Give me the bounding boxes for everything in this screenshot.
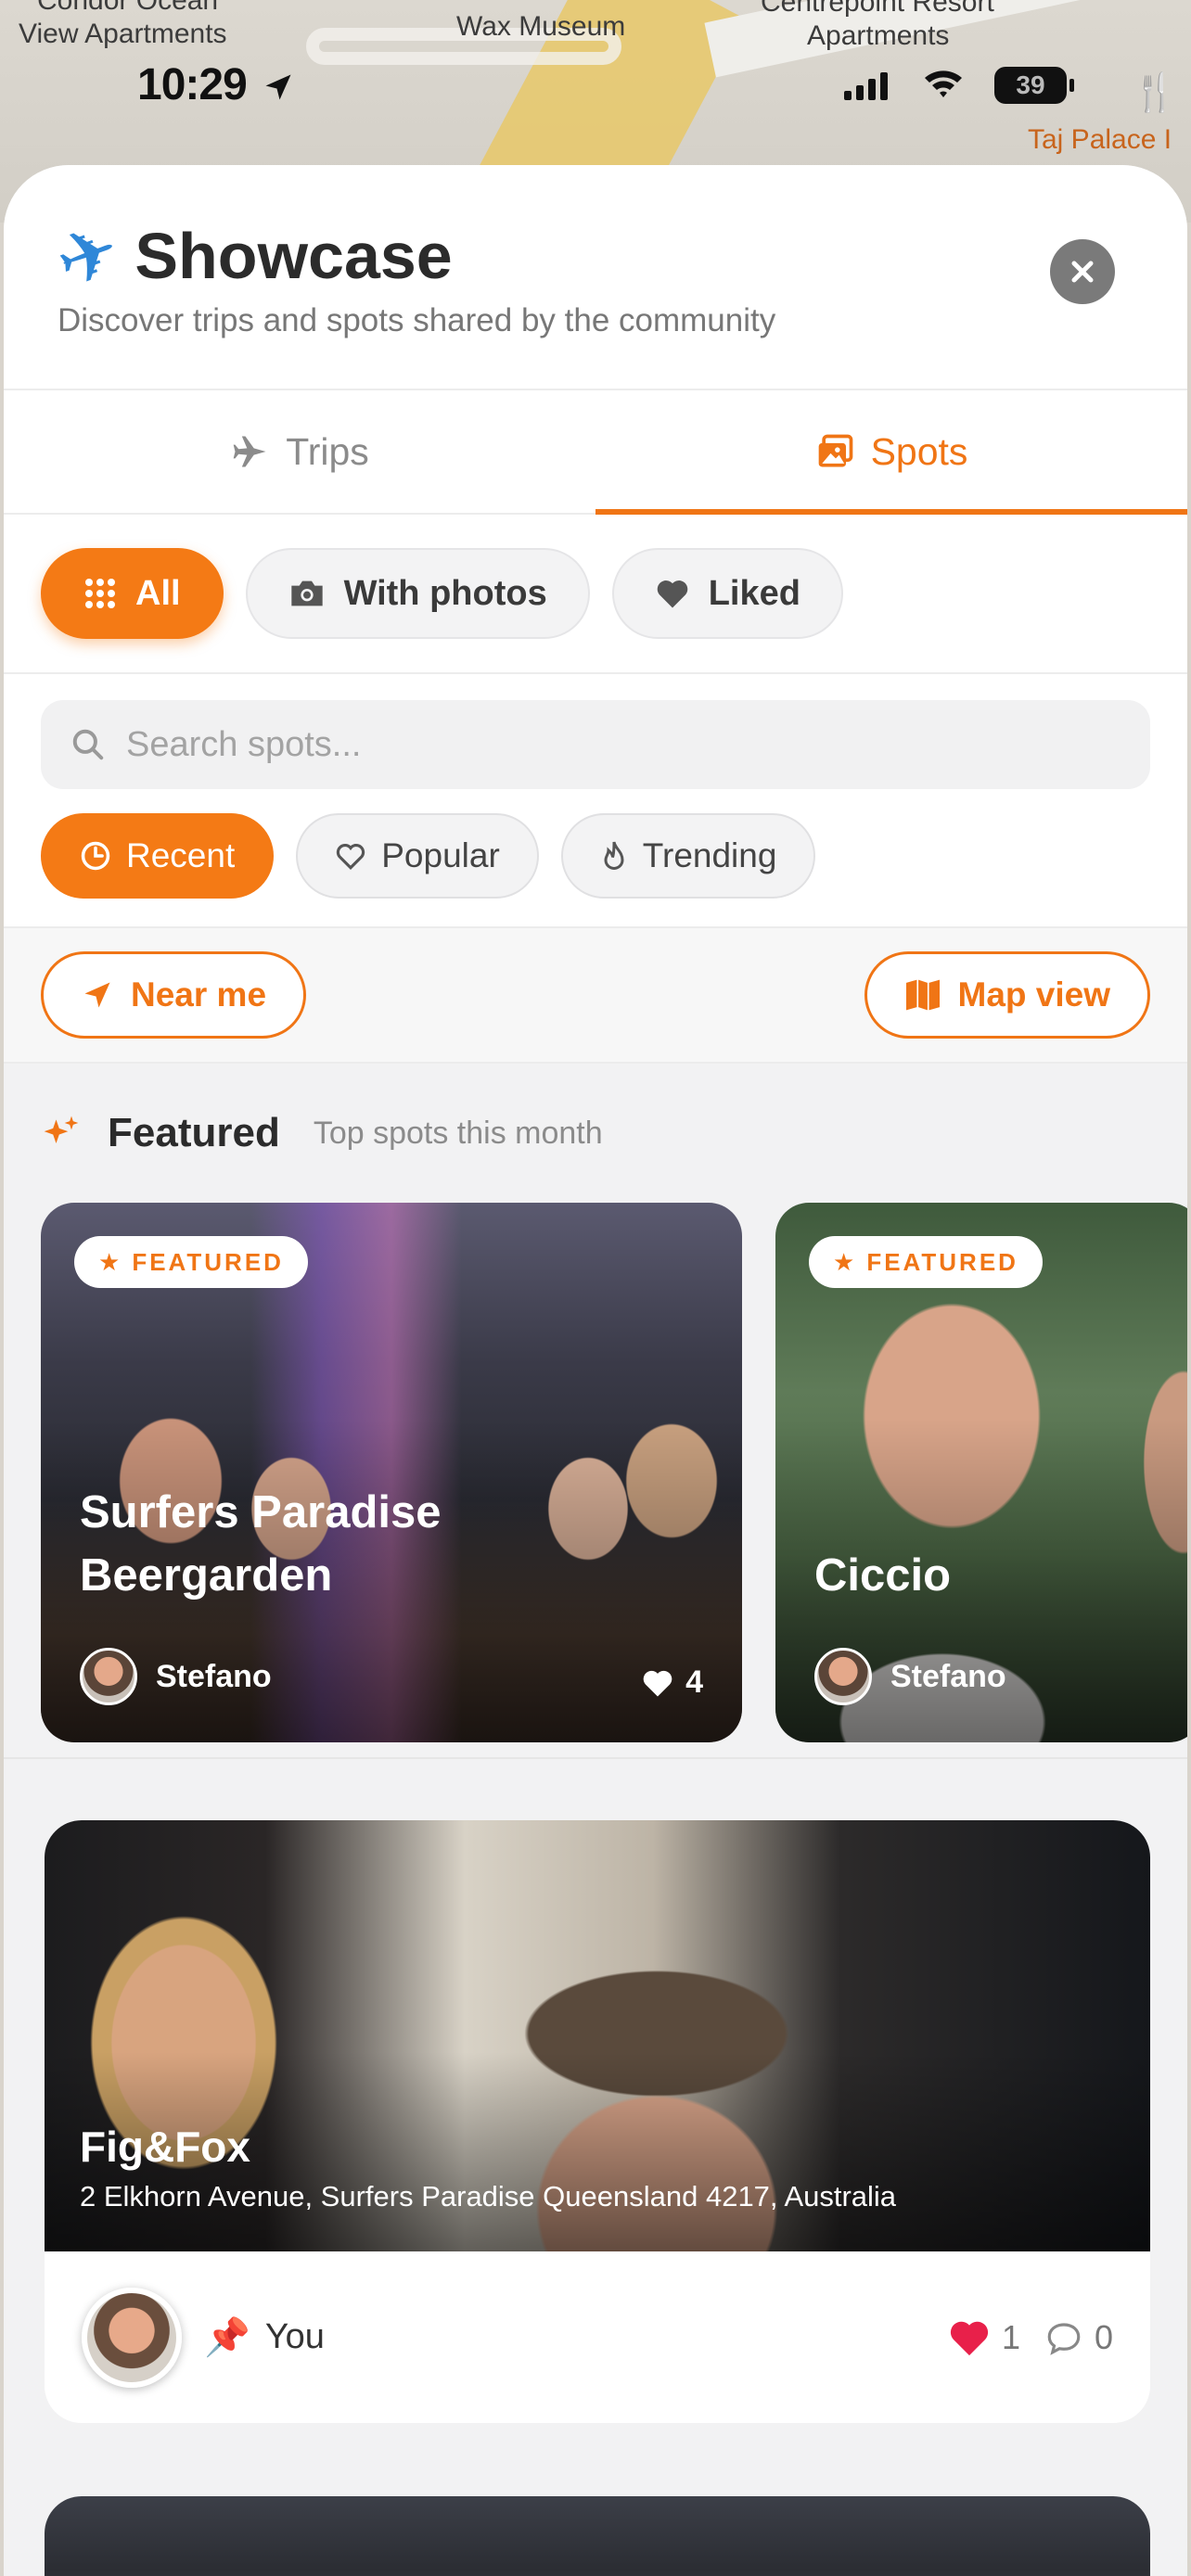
map-view-label: Map view [957, 976, 1111, 1014]
search-placeholder: Search spots... [126, 724, 362, 764]
filter-label: With photos [343, 573, 547, 613]
featured-badge: ★ FEATURED [74, 1236, 308, 1288]
status-time: 10:29 [137, 59, 295, 110]
grid-icon [85, 579, 115, 608]
status-bar: 10:29 39 [0, 56, 1191, 121]
map-label: View Apartments [19, 19, 227, 49]
action-bar: Near me Map view [4, 928, 1187, 1064]
heart-icon [950, 2321, 989, 2355]
comments-value: 0 [1094, 2317, 1113, 2356]
owner-name: Stefano [156, 1658, 272, 1694]
spot-address: 2 Elkhorn Avenue, Surfers Paradise Queen… [80, 2180, 897, 2213]
sort-label: Popular [381, 836, 500, 874]
tab-label: Spots [870, 429, 968, 473]
filter-label: All [135, 573, 181, 613]
location-arrow-icon [84, 982, 110, 1008]
sort-recent-button[interactable]: Recent [41, 813, 275, 899]
tab-bar: Trips Spots [4, 390, 1187, 515]
sheet-header: ✈ Showcase Discover trips and spots shar… [4, 165, 1187, 390]
pushpin-icon: 📌 [204, 2317, 250, 2358]
badge-label: FEATURED [866, 1247, 1018, 1276]
spot-photo [45, 2496, 1150, 2576]
filter-all-button[interactable]: All [41, 548, 224, 639]
spot-owner: Stefano [814, 1648, 1006, 1705]
spot-meta: 📌 You 1 0 [45, 2251, 1150, 2423]
owner-name: Stefano [890, 1658, 1006, 1694]
comment-button[interactable]: 0 [1044, 2318, 1113, 2357]
near-me-button[interactable]: Near me [41, 951, 307, 1039]
map-label: Apartments [807, 20, 950, 51]
search-input[interactable]: Search spots... [41, 700, 1150, 789]
battery-indicator: 39 [994, 67, 1074, 104]
star-icon: ★ [833, 1247, 858, 1276]
near-me-label: Near me [131, 976, 267, 1014]
search-section: Search spots... Recent Popular Trending [4, 674, 1187, 928]
sort-label: Trending [642, 836, 777, 874]
spot-name: Fig&Fox [80, 2123, 250, 2171]
tab-label: Trips [286, 429, 369, 473]
star-icon: ★ [98, 1247, 123, 1276]
avatar [814, 1648, 872, 1705]
map-label: Condor Ocean [37, 0, 219, 16]
location-arrow-icon [265, 74, 291, 100]
map-label: Taj Palace I [1028, 124, 1172, 155]
map-label: Centrepoint Resort [761, 0, 994, 18]
sort-popular-button[interactable]: Popular [296, 813, 539, 899]
wifi-icon [925, 70, 962, 97]
featured-header: Featured Top spots this month [4, 1064, 1187, 1203]
filter-with-photos-button[interactable]: With photos [245, 548, 590, 639]
map-view-button[interactable]: Map view [864, 951, 1150, 1039]
spot-name: Surfers Paradise Beergarden [80, 1486, 442, 1601]
spot-owner: Stefano [80, 1648, 272, 1705]
signal-icon [844, 72, 888, 100]
like-count[interactable]: 4 [641, 1664, 703, 1701]
map-label: Wax Museum [456, 11, 626, 42]
sort-trending-button[interactable]: Trending [560, 813, 816, 899]
filter-bar: All With photos Liked [4, 515, 1187, 674]
sort-options: Recent Popular Trending [41, 813, 1150, 899]
heart-icon [643, 1670, 672, 1697]
featured-badge: ★ FEATURED [809, 1236, 1043, 1288]
page-title: Showcase [134, 220, 453, 292]
airplane-icon: ✈ [45, 207, 131, 305]
featured-carousel: ★ FEATURED Surfers Paradise Beergarden S… [4, 1203, 1187, 1759]
filter-label: Liked [708, 573, 800, 613]
photos-icon [818, 434, 852, 467]
spot-stats: 1 0 [948, 2318, 1113, 2357]
filter-liked-button[interactable]: Liked [611, 548, 843, 639]
close-icon [1071, 261, 1094, 283]
map-icon [905, 979, 940, 1011]
heart-icon [657, 580, 687, 608]
showcase-sheet: ✈ Showcase Discover trips and spots shar… [4, 165, 1187, 2576]
comment-icon [1047, 2322, 1081, 2355]
likes-value: 4 [685, 1664, 703, 1700]
tab-trips[interactable]: Trips [4, 390, 596, 513]
clock-icon [81, 841, 110, 871]
flame-icon [604, 841, 624, 870]
owner-name: You [264, 2317, 325, 2356]
avatar[interactable] [82, 2287, 182, 2388]
spot-card[interactable] [45, 2496, 1150, 2576]
featured-subtitle: Top spots this month [313, 1115, 603, 1151]
page-subtitle: Discover trips and spots shared by the c… [58, 302, 776, 338]
sparkles-icon [44, 1116, 79, 1143]
featured-title: Featured [108, 1110, 280, 1155]
spot-name: Ciccio [814, 1550, 952, 1601]
camera-icon [290, 580, 323, 606]
spot-owner: 📌 You [204, 2315, 325, 2359]
featured-card[interactable]: ★ FEATURED Surfers Paradise Beergarden S… [41, 1203, 742, 1742]
featured-card[interactable]: ★ FEATURED Ciccio Stefano [775, 1203, 1187, 1742]
avatar [80, 1648, 137, 1705]
likes-value: 1 [1001, 2317, 1020, 2356]
spot-card[interactable]: Fig&Fox 2 Elkhorn Avenue, Surfers Paradi… [45, 1820, 1150, 2423]
heart-outline-icon [337, 843, 365, 870]
sort-label: Recent [126, 836, 236, 874]
tab-spots[interactable]: Spots [596, 390, 1187, 515]
plane-icon [233, 436, 266, 467]
close-button[interactable] [1050, 239, 1115, 304]
search-icon [72, 729, 104, 760]
like-button[interactable]: 1 [948, 2318, 1020, 2357]
badge-label: FEATURED [132, 1247, 284, 1276]
